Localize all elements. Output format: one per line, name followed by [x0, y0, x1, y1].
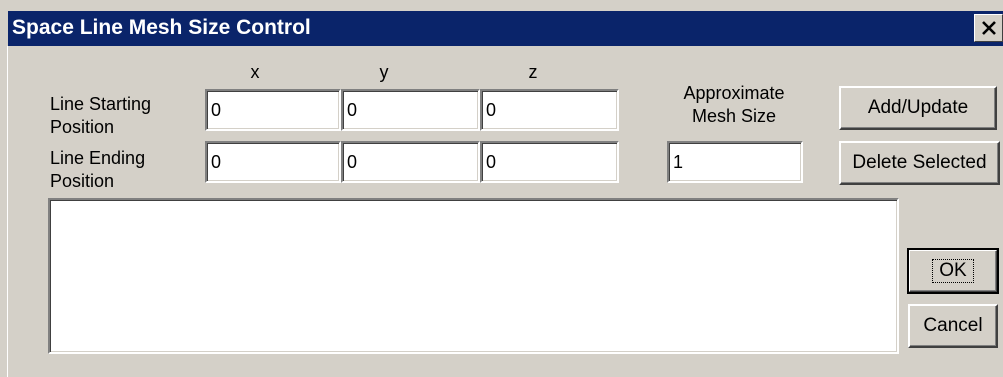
- column-header-y: y: [379, 62, 389, 82]
- end-x-input[interactable]: [211, 151, 333, 173]
- end-z-field[interactable]: [480, 141, 619, 183]
- add-update-button[interactable]: Add/Update: [839, 86, 997, 130]
- start-z-input[interactable]: [486, 99, 611, 121]
- mesh-line-list[interactable]: [48, 198, 899, 354]
- end-x-field[interactable]: [205, 141, 341, 183]
- mesh-size-input[interactable]: [673, 151, 795, 173]
- window-left-border: [7, 46, 8, 377]
- mesh-size-label-line2: Mesh Size: [691, 106, 777, 126]
- end-y-field[interactable]: [341, 141, 480, 183]
- cancel-button[interactable]: Cancel: [908, 304, 998, 348]
- start-y-input[interactable]: [347, 99, 472, 121]
- end-y-input[interactable]: [347, 151, 472, 173]
- window-title: Space Line Mesh Size Control: [12, 16, 311, 39]
- ok-button[interactable]: OK: [907, 248, 999, 294]
- close-icon: [981, 21, 996, 35]
- end-position-label-line2: Position: [50, 171, 115, 191]
- title-bar[interactable]: Space Line Mesh Size Control: [8, 11, 1003, 46]
- start-y-field[interactable]: [341, 89, 480, 131]
- ok-button-label: OK: [932, 259, 974, 283]
- column-header-x: x: [250, 62, 260, 82]
- mesh-size-field[interactable]: [667, 141, 803, 183]
- start-position-label-line2: Position: [50, 117, 115, 137]
- start-x-field[interactable]: [205, 89, 341, 131]
- delete-selected-button[interactable]: Delete Selected: [839, 141, 1000, 185]
- start-x-input[interactable]: [211, 99, 333, 121]
- column-header-z: z: [528, 62, 538, 82]
- end-z-input[interactable]: [486, 151, 611, 173]
- dialog-window: Space Line Mesh Size Control x y z Line …: [0, 0, 1003, 377]
- mesh-size-label-line1: Approximate: [683, 83, 785, 103]
- start-position-label-line1: Line Starting: [50, 94, 152, 114]
- end-position-label-line1: Line Ending: [50, 148, 146, 168]
- close-button[interactable]: [974, 14, 1003, 42]
- start-z-field[interactable]: [480, 89, 619, 131]
